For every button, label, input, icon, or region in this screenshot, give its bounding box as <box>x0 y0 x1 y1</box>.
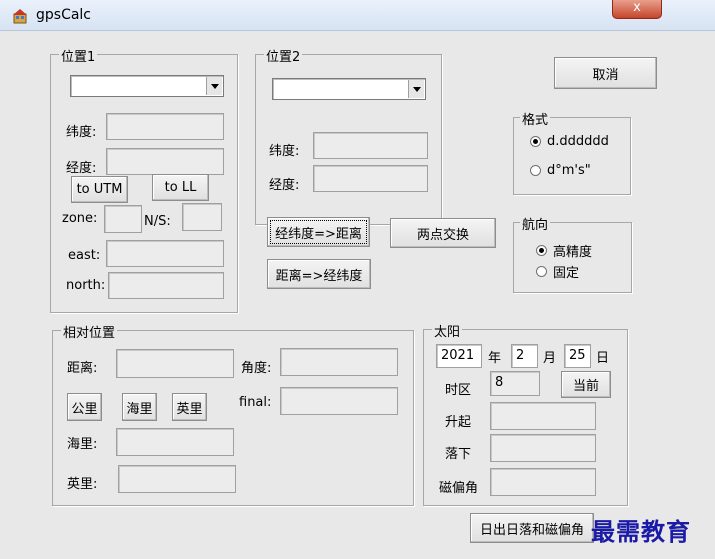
magnetic-declination-input[interactable] <box>490 468 596 496</box>
pos2-lat-label: 纬度: <box>269 144 300 159</box>
mile-button[interactable]: 英里 <box>172 393 207 421</box>
chevron-down-icon[interactable] <box>408 80 424 98</box>
km-button[interactable]: 公里 <box>67 393 102 421</box>
nmi-result-input[interactable] <box>116 428 234 456</box>
day-input[interactable]: 25 <box>564 344 591 368</box>
relative-position-legend: 相对位置 <box>61 322 118 341</box>
east-label: east: <box>68 248 101 263</box>
north-input[interactable] <box>108 272 224 299</box>
sun-legend: 太阳 <box>432 321 463 340</box>
day-unit-label: 日 <box>596 351 610 366</box>
client-area: 位置1 纬度: 经度: to UTM to LL zone: N/S: east… <box>8 31 715 559</box>
now-button[interactable]: 当前 <box>561 371 611 398</box>
course-option-precise[interactable]: 高精度 <box>536 241 592 260</box>
position2-select[interactable] <box>272 78 426 100</box>
format-legend: 格式 <box>520 109 551 128</box>
pos1-lon-label: 经度: <box>66 161 97 176</box>
close-button[interactable]: x <box>612 0 662 19</box>
sunrise-sunset-declination-button[interactable]: 日出日落和磁偏角 <box>470 513 594 543</box>
swap-points-button[interactable]: 两点交换 <box>390 218 496 248</box>
ll-to-distance-button[interactable]: 经纬度=>距离 <box>267 217 370 247</box>
format-option-dms-label: d°m's" <box>547 163 591 178</box>
pos2-lon-label: 经度: <box>269 178 300 193</box>
east-input[interactable] <box>106 240 224 267</box>
position1-legend: 位置1 <box>59 46 98 65</box>
magnetic-declination-label: 磁偏角 <box>439 481 479 496</box>
timezone-label: 时区 <box>445 383 472 398</box>
pos1-lon-input[interactable] <box>106 148 224 175</box>
angle-label: 角度: <box>241 361 272 376</box>
radio-selected-icon[interactable] <box>530 136 541 147</box>
distance-input[interactable] <box>116 349 234 378</box>
to-ll-button[interactable]: to LL <box>152 174 209 201</box>
app-icon <box>13 9 27 24</box>
sunset-label: 落下 <box>445 447 472 462</box>
sunrise-input[interactable] <box>490 402 596 430</box>
pos1-lat-label: 纬度: <box>66 125 97 140</box>
mile-result-input[interactable] <box>118 465 236 493</box>
course-legend: 航向 <box>520 214 551 233</box>
nmi-button[interactable]: 海里 <box>122 393 157 421</box>
radio-unselected-icon[interactable] <box>536 266 547 277</box>
pos2-lat-input[interactable] <box>313 132 428 159</box>
gpscalc-window: { "window": { "title": "gpsCalc", "close… <box>0 0 715 559</box>
sunrise-label: 升起 <box>445 415 472 430</box>
mile-result-label: 英里: <box>67 477 98 492</box>
year-unit-label: 年 <box>488 351 502 366</box>
north-label: north: <box>66 278 106 293</box>
title-bar: gpsCalc x <box>0 0 715 31</box>
course-option-fixed-label: 固定 <box>553 266 580 281</box>
radio-unselected-icon[interactable] <box>530 165 541 176</box>
pos1-lat-input[interactable] <box>106 113 224 140</box>
ns-input[interactable] <box>182 203 222 231</box>
position1-select[interactable] <box>70 75 224 97</box>
nmi-result-label: 海里: <box>67 437 98 452</box>
timezone-input[interactable]: 8 <box>490 371 540 396</box>
watermark: 最需教育 <box>591 517 691 546</box>
distance-to-ll-button[interactable]: 距离=>经纬度 <box>267 259 371 289</box>
zone-label: zone: <box>62 211 98 226</box>
month-unit-label: 月 <box>543 351 557 366</box>
format-option-decimal-label: d.dddddd <box>547 134 609 149</box>
format-group: 格式 <box>513 109 631 195</box>
format-option-decimal[interactable]: d.dddddd <box>530 134 609 149</box>
window-title: gpsCalc <box>36 7 92 23</box>
pos2-lon-input[interactable] <box>313 165 428 192</box>
to-utm-button[interactable]: to UTM <box>71 176 128 203</box>
ns-label: N/S: <box>144 214 171 229</box>
radio-selected-icon[interactable] <box>536 245 547 256</box>
year-input[interactable]: 2021 <box>436 344 482 368</box>
final-input[interactable] <box>280 387 398 415</box>
format-option-dms[interactable]: d°m's" <box>530 163 591 178</box>
course-option-fixed[interactable]: 固定 <box>536 262 579 281</box>
angle-input[interactable] <box>280 348 398 376</box>
course-option-precise-label: 高精度 <box>553 245 593 260</box>
sunset-input[interactable] <box>490 434 596 462</box>
distance-label: 距离: <box>67 361 98 376</box>
cancel-button[interactable]: 取消 <box>554 57 657 89</box>
zone-input[interactable] <box>104 205 142 233</box>
position2-legend: 位置2 <box>264 46 303 65</box>
final-label: final: <box>239 395 272 410</box>
chevron-down-icon[interactable] <box>206 77 222 95</box>
month-input[interactable]: 2 <box>511 344 538 368</box>
